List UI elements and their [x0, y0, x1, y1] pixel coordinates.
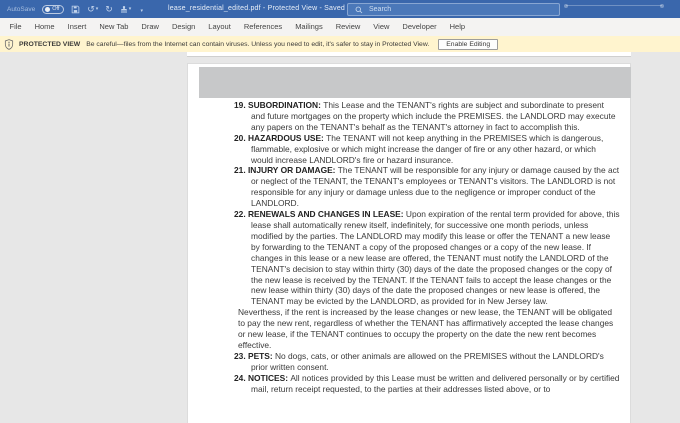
lease-clause: 23. PETS: No dogs, cats, or other animal… — [234, 350, 604, 372]
search-placeholder: Search — [369, 6, 392, 13]
lease-clause: 20. HAZARDOUS USE: The TENANT will not k… — [234, 132, 604, 165]
word-window: AutoSave Off ↺ ▾ ↻ ▾ ▾ lease_residential_… — [0, 0, 680, 423]
lease-clause: 19. SUBORDINATION: This Lease and the TE… — [234, 100, 616, 132]
autosave-state: Off — [52, 6, 60, 12]
tab-mailings[interactable]: Mailings — [289, 18, 330, 36]
stamp-dropdown-icon[interactable]: ▾ — [129, 0, 132, 18]
clause-heading: HAZARDOUS USE: — [247, 132, 327, 143]
document-page[interactable]: 19. SUBORDINATION: This Lease and the TE… — [187, 63, 631, 423]
clause-number: 19. — [234, 100, 248, 110]
banner-label: PROTECTED VIEW — [19, 40, 81, 48]
banner-message: Be careful—files from the Internet can c… — [86, 40, 430, 48]
undo-dropdown-icon[interactable]: ▾ — [96, 0, 99, 18]
customize-toolbar-icon[interactable]: ▾ — [138, 0, 145, 20]
tab-new-tab[interactable]: New Tab — [93, 18, 135, 36]
tab-draw[interactable]: Draw — [135, 18, 166, 36]
tab-references[interactable]: References — [237, 18, 288, 36]
save-icon[interactable] — [71, 5, 80, 14]
tab-file[interactable]: File — [3, 18, 28, 36]
document-area: 19. SUBORDINATION: This Lease and the TE… — [0, 52, 680, 423]
clause-number: 21. — [234, 165, 248, 176]
undo-icon[interactable]: ↺ ▾ — [87, 0, 98, 18]
titlebar-decoration — [564, 3, 664, 8]
lease-clause: 22. RENEWALS AND CHANGES IN LEASE: Upon … — [234, 209, 620, 307]
clause-heading: NOTICES: — [247, 372, 291, 383]
doc-list: 19. SUBORDINATION: This Lease and the TE… — [234, 100, 620, 394]
tab-insert[interactable]: Insert — [61, 18, 93, 36]
ribbon-tab-bar: File Home Insert New Tab Draw Design Layout Ref… — [0, 18, 680, 36]
tab-design[interactable]: Design — [165, 18, 201, 36]
clause-heading: RENEWALS AND CHANGES IN LEASE: — [247, 209, 406, 220]
document-title: lease_residential_edited.pdf - Protected… — [168, 0, 350, 18]
customize-line-icon — [138, 0, 145, 1]
clause-heading: SUBORDINATION: — [247, 100, 324, 110]
search-icon — [355, 6, 363, 14]
tab-review[interactable]: Review — [329, 18, 367, 36]
titlebar: AutoSave Off ↺ ▾ ↻ ▾ ▾ lease_residential_… — [0, 0, 680, 18]
autosave-label: AutoSave — [7, 5, 36, 13]
protected-view-banner: PROTECTED VIEW Be careful—files from the… — [0, 36, 680, 52]
lease-clause: 24. NOTICES: All notices provided by thi… — [234, 372, 620, 394]
tab-view[interactable]: View — [367, 18, 396, 36]
enable-editing-button[interactable]: Enable Editing — [438, 38, 499, 50]
tab-help[interactable]: Help — [443, 18, 471, 36]
previous-page-bottom — [187, 52, 631, 57]
clause-number: 20. — [234, 132, 248, 143]
clause-heading: PETS: — [247, 350, 275, 361]
clause-number: 24. — [234, 372, 248, 383]
autosave-toggle[interactable]: Off — [42, 4, 65, 14]
redo-icon[interactable]: ↻ — [105, 0, 113, 18]
customize-caret-icon: ▾ — [140, 7, 144, 14]
stamp-icon[interactable]: ▾ — [120, 0, 132, 18]
lease-paragraph: Neverthess, if the rent is increased by … — [238, 307, 614, 350]
clause-number: 22. — [234, 209, 248, 220]
lease-clause: 21. INJURY OR DAMAGE: The TENANT will be… — [234, 165, 620, 209]
ribbon-tabs: File Home Insert New Tab Draw Design Layout Ref… — [3, 18, 472, 36]
document-title-text: lease_residential_edited.pdf - Protected… — [168, 5, 346, 12]
toggle-knob-icon — [45, 6, 51, 12]
quick-access-toolbar: AutoSave Off ↺ ▾ ↻ ▾ ▾ — [0, 0, 145, 20]
clause-heading: INJURY OR DAMAGE: — [247, 165, 338, 176]
tab-home[interactable]: Home — [28, 18, 61, 36]
tab-layout[interactable]: Layout — [202, 18, 238, 36]
shield-info-icon — [4, 38, 14, 50]
clause-number: 23. — [234, 350, 248, 361]
search-input[interactable]: Search — [347, 3, 560, 16]
tab-developer[interactable]: Developer — [396, 18, 443, 36]
redacted-image-placeholder — [199, 67, 631, 98]
